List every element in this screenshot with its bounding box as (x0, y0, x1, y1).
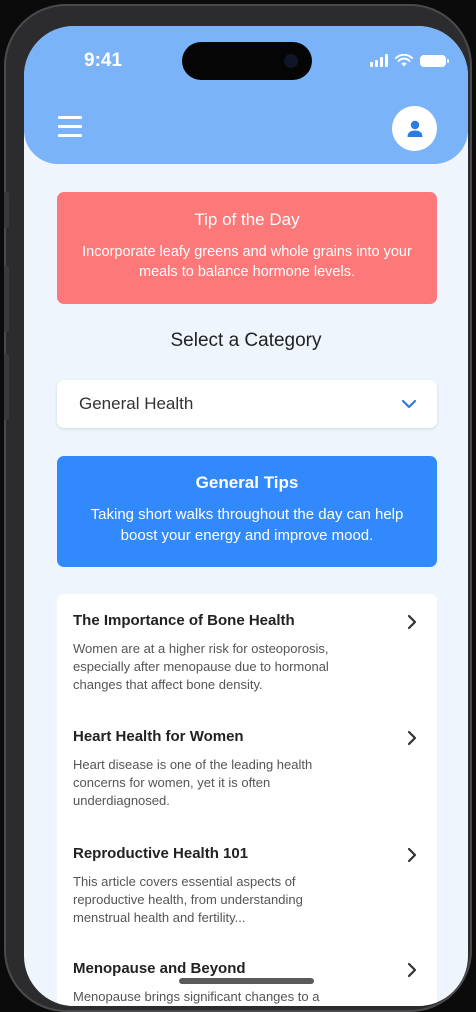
volume-down-button (4, 354, 9, 420)
article-item[interactable]: Reproductive Health 101 This article cov… (57, 827, 437, 939)
article-title: Reproductive Health 101 (73, 845, 249, 862)
article-item[interactable]: Menopause and Beyond Menopause brings si… (57, 942, 437, 1006)
general-tips-title: General Tips (195, 473, 299, 492)
tip-text: Incorporate leafy greens and whole grain… (82, 244, 412, 280)
app-header: 9:41 (24, 26, 468, 164)
wifi-icon (395, 54, 413, 67)
article-item[interactable]: The Importance of Bone Health Women are … (57, 594, 437, 706)
home-indicator[interactable] (179, 978, 314, 984)
tip-of-day-card: Tip of the Day Incorporate leafy greens … (57, 192, 437, 304)
volume-up-button (4, 266, 9, 332)
profile-button[interactable] (392, 106, 437, 151)
article-title: Menopause and Beyond (73, 960, 246, 977)
cellular-signal-icon (370, 54, 388, 67)
article-description: Menopause brings significant changes to … (73, 989, 320, 1004)
chevron-down-icon (401, 399, 417, 409)
hamburger-menu-icon[interactable] (58, 116, 82, 138)
general-tips-text: Taking short walks throughout the day ca… (90, 506, 404, 544)
article-item[interactable]: Heart Health for Women Heart disease is … (57, 710, 437, 822)
article-title: Heart Health for Women (73, 728, 244, 745)
chevron-right-icon (407, 730, 417, 746)
mute-switch (4, 192, 9, 228)
app-screen: 9:41 Tip of the Day Incorporate leafy gr… (24, 26, 468, 1006)
category-selected-value: General Health (79, 394, 194, 413)
tip-title: Tip of the Day (194, 210, 300, 229)
article-description: This article covers essential aspects of… (73, 874, 303, 925)
dynamic-island (182, 42, 312, 80)
user-icon (407, 120, 422, 137)
status-icons (370, 54, 449, 67)
article-description: Women are at a higher risk for osteoporo… (73, 641, 329, 692)
camera-icon (284, 54, 298, 68)
category-heading: Select a Category (170, 330, 322, 351)
chevron-right-icon (407, 614, 417, 630)
phone-frame: 9:41 Tip of the Day Incorporate leafy gr… (4, 4, 472, 1012)
chevron-right-icon (407, 847, 417, 863)
chevron-right-icon (407, 962, 417, 978)
articles-list: The Importance of Bone Health Women are … (57, 594, 437, 1006)
status-time: 9:41 (84, 50, 123, 71)
general-tips-card: General Tips Taking short walks througho… (57, 456, 437, 567)
article-title: The Importance of Bone Health (73, 612, 295, 629)
battery-icon (420, 55, 449, 67)
article-description: Heart disease is one of the leading heal… (73, 757, 313, 808)
category-dropdown[interactable]: General Health (57, 380, 437, 428)
